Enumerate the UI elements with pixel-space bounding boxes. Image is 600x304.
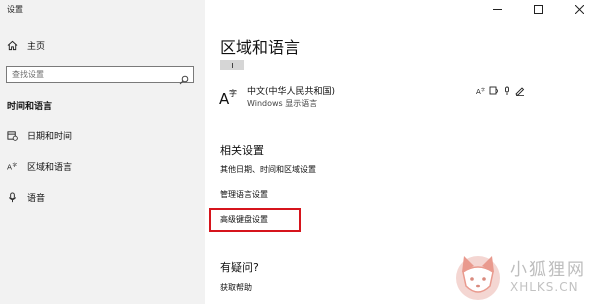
language-icon: A 字 bbox=[219, 88, 237, 107]
language-item[interactable]: A 字 中文(中华人民共和国) Windows 显示语言 bbox=[219, 86, 335, 110]
minimize-icon bbox=[493, 8, 502, 10]
watermark-en: XHLKS.CN bbox=[510, 280, 579, 294]
link-manage-language-settings[interactable]: 管理语言设置 bbox=[220, 189, 268, 200]
text-to-speech-icon bbox=[489, 86, 499, 96]
link-other-date-time-region[interactable]: 其他日期、时间和区域设置 bbox=[220, 164, 316, 175]
sidebar-item-home[interactable]: 主页 bbox=[6, 39, 45, 52]
home-icon bbox=[6, 40, 18, 52]
calendar-clock-icon bbox=[6, 130, 18, 142]
minimize-button[interactable] bbox=[477, 0, 518, 18]
watermark-cn: 小狐狸网 bbox=[510, 260, 586, 280]
page-title: 区域和语言 bbox=[220, 38, 301, 57]
language-feature-icons: A字 bbox=[473, 86, 525, 96]
search-input[interactable] bbox=[12, 70, 172, 79]
fox-logo-icon bbox=[456, 256, 500, 300]
language-name: 中文(中华人民共和国) bbox=[247, 87, 336, 97]
link-get-help[interactable]: 获取帮助 bbox=[220, 282, 252, 293]
close-icon bbox=[575, 4, 584, 14]
svg-text:字: 字 bbox=[12, 162, 17, 169]
sidebar-item-label: 区域和语言 bbox=[27, 163, 73, 173]
question-header: 有疑问? bbox=[220, 261, 259, 274]
display-language-icon: A字 bbox=[476, 86, 486, 96]
language-icon: A字 bbox=[6, 161, 18, 173]
sidebar-item-region-language[interactable]: A字 区域和语言 bbox=[6, 160, 73, 174]
search-box[interactable] bbox=[6, 66, 194, 85]
sidebar-item-speech[interactable]: 语音 bbox=[6, 191, 45, 204]
sidebar-item-label: 主页 bbox=[27, 42, 46, 52]
language-subtitle: Windows 显示语言 bbox=[247, 99, 318, 108]
maximize-icon bbox=[534, 4, 543, 14]
svg-text:字: 字 bbox=[481, 86, 485, 92]
section-header: 时间和语言 bbox=[7, 102, 53, 112]
speech-recognition-icon bbox=[502, 86, 512, 96]
close-button[interactable] bbox=[559, 0, 600, 18]
sidebar: 设置 主页 时间和语言 日期和时间 A字 区域和语言 语音 bbox=[0, 0, 205, 304]
svg-text:A: A bbox=[7, 162, 12, 171]
highlight-box bbox=[209, 208, 301, 232]
handwriting-icon bbox=[515, 86, 525, 96]
search-icon[interactable] bbox=[179, 70, 189, 85]
sidebar-item-label: 语音 bbox=[27, 194, 46, 204]
related-settings-header: 相关设置 bbox=[220, 144, 264, 157]
window-title: 设置 bbox=[7, 5, 23, 14]
sidebar-item-date-time[interactable]: 日期和时间 bbox=[6, 129, 72, 142]
language-chip[interactable] bbox=[220, 60, 244, 70]
window-controls bbox=[477, 0, 600, 18]
maximize-button[interactable] bbox=[518, 0, 559, 18]
svg-text:字: 字 bbox=[229, 88, 237, 98]
sidebar-item-label: 日期和时间 bbox=[27, 132, 73, 142]
microphone-icon bbox=[6, 192, 18, 204]
